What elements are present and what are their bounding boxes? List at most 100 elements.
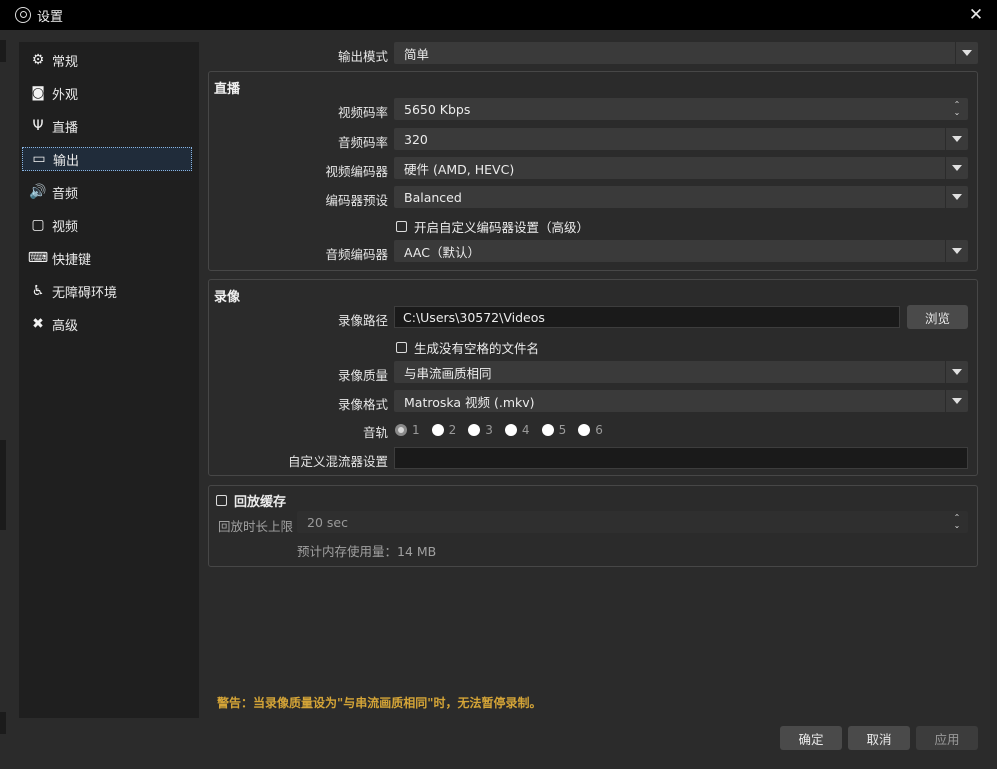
sidebar-item-appearance[interactable]: ◙ 外观: [22, 81, 192, 105]
obs-logo-icon: [15, 7, 31, 23]
spin-arrows-icon[interactable]: ⌃ ⌄: [946, 98, 968, 120]
sidebar-item-output[interactable]: ▭ 输出: [22, 147, 192, 171]
custom-muxer-label: 自定义混流器设置: [287, 454, 388, 469]
custom-encoder-checkbox[interactable]: 开启自定义编码器设置（高级）: [396, 217, 589, 236]
monitor-icon: ▢: [31, 217, 45, 233]
sidebar-item-stream[interactable]: Ψ 直播: [22, 114, 192, 138]
radio-dot[interactable]: [578, 424, 591, 436]
sidebar-item-advanced[interactable]: ✖ 高级: [22, 312, 192, 336]
group-title: 直播: [214, 82, 241, 97]
replay-buffer-checkbox[interactable]: 回放缓存: [216, 491, 286, 510]
radio-dot[interactable]: [431, 424, 444, 436]
no-space-filename-checkbox[interactable]: 生成没有空格的文件名: [396, 338, 539, 357]
memory-usage-text: 预计内存使用量：14 MB: [297, 544, 437, 559]
settings-sidebar: ⚙ 常规 ◙ 外观 Ψ 直播 ▭ 输出 🔊 音频 ▢ 视频 ⌨ 快捷键 ♿ 无障…: [19, 42, 199, 718]
sidebar-item-audio[interactable]: 🔊 音频: [22, 180, 192, 204]
sidebar-item-label: 常规: [52, 54, 79, 70]
sidebar-item-label: 无障碍环境: [52, 285, 118, 301]
audio-bitrate-select[interactable]: 320: [394, 128, 968, 150]
video-encoder-select[interactable]: 硬件 (AMD, HEVC): [394, 157, 968, 179]
radio-dot[interactable]: [468, 424, 481, 436]
sidebar-item-hotkeys[interactable]: ⌨ 快捷键: [22, 246, 192, 270]
audio-encoder-label: 音频编码器: [325, 247, 388, 262]
replay-max-time-label: 回放时长上限: [218, 519, 294, 534]
sidebar-item-label: 输出: [53, 153, 80, 169]
track-radio-5[interactable]: 5: [541, 423, 567, 437]
audio-encoder-select[interactable]: AAC（默认）: [394, 240, 968, 262]
audio-bitrate-label: 音频码率: [337, 135, 388, 150]
replay-max-time-spinbox[interactable]: 20 sec ⌃ ⌄: [297, 511, 968, 533]
checkbox-box[interactable]: [216, 495, 227, 506]
sidebar-item-label: 快捷键: [52, 252, 92, 268]
title-bar: 设置 ✕: [0, 0, 997, 30]
tools-icon: ✖: [32, 316, 44, 332]
video-bitrate-value: 5650 Kbps: [404, 101, 471, 117]
checkbox-box[interactable]: [396, 221, 407, 232]
checkbox-box[interactable]: [396, 342, 407, 353]
sidebar-item-general[interactable]: ⚙ 常规: [22, 48, 192, 72]
sidebar-item-label: 直播: [52, 120, 79, 136]
track-radio-4[interactable]: 4: [504, 423, 530, 437]
video-encoder-label: 视频编码器: [325, 164, 388, 179]
radio-dot[interactable]: [395, 424, 407, 436]
encoder-preset-value: Balanced: [404, 189, 462, 205]
chevron-down-icon: [945, 128, 968, 150]
video-bitrate-spinbox[interactable]: 5650 Kbps ⌃ ⌄: [394, 98, 968, 120]
recording-format-label: 录像格式: [337, 397, 388, 412]
radio-label: 5: [558, 423, 567, 437]
sidebar-item-accessibility[interactable]: ♿ 无障碍环境: [22, 279, 192, 303]
output-mode-value: 简单: [404, 46, 430, 62]
track-radio-2[interactable]: 2: [431, 423, 457, 437]
radio-label: 3: [485, 423, 493, 437]
output-mode-select[interactable]: 简单: [394, 42, 978, 64]
window-title: 设置: [37, 9, 64, 25]
recording-path-label: 录像路径: [337, 313, 388, 328]
speaker-icon: 🔊: [29, 184, 47, 200]
sidebar-item-label: 视频: [52, 219, 79, 235]
warning-text: 警告：当录像质量设为"与串流画质相同"时，无法暂停录制。: [217, 696, 542, 710]
antenna-icon: Ψ: [32, 118, 44, 134]
chevron-down-icon: [945, 361, 968, 383]
streaming-group: 直播 视频码率 5650 Kbps ⌃ ⌄ 音频码率 320 视频编码器 硬件 (…: [208, 71, 978, 271]
ok-button[interactable]: 确定: [780, 726, 842, 750]
background-window-edge: [0, 712, 6, 734]
radio-dot[interactable]: [504, 424, 517, 436]
audio-tracks-group: 1 2 3 4 5 6: [395, 419, 615, 441]
close-icon[interactable]: ✕: [965, 4, 987, 26]
background-window-edge: [0, 40, 6, 62]
radio-dot[interactable]: [541, 424, 554, 436]
audio-encoder-value: AAC（默认）: [404, 244, 480, 260]
sidebar-item-label: 高级: [52, 318, 79, 334]
background-window-edge: [0, 440, 6, 530]
chevron-down-icon: [955, 42, 978, 64]
spin-arrows-icon[interactable]: ⌃ ⌄: [946, 511, 968, 533]
sidebar-item-video[interactable]: ▢ 视频: [22, 213, 192, 237]
radio-label: 2: [448, 423, 457, 437]
radio-label: 1: [412, 423, 420, 437]
browse-button[interactable]: 浏览: [907, 305, 968, 329]
chevron-down-icon: [945, 186, 968, 208]
keyboard-icon: ⌨: [27, 250, 49, 266]
encoder-preset-label: 编码器预设: [325, 193, 388, 208]
cancel-button[interactable]: 取消: [848, 726, 910, 750]
recording-path-input[interactable]: C:\Users\30572\Videos: [394, 306, 900, 328]
apply-button[interactable]: 应用: [916, 726, 978, 750]
video-encoder-value: 硬件 (AMD, HEVC): [404, 161, 515, 177]
track-radio-3[interactable]: 3: [468, 423, 493, 437]
custom-muxer-input[interactable]: [394, 447, 968, 469]
encoder-preset-select[interactable]: Balanced: [394, 186, 968, 208]
recording-quality-select[interactable]: 与串流画质相同: [394, 361, 968, 383]
recording-format-select[interactable]: Matroska 视频 (.mkv): [394, 390, 968, 412]
track-radio-1[interactable]: 1: [395, 423, 420, 437]
checkbox-label: 开启自定义编码器设置（高级）: [414, 220, 590, 235]
output-mode-label: 输出模式: [337, 49, 388, 64]
recording-quality-label: 录像质量: [337, 368, 388, 383]
group-title: 回放缓存: [234, 495, 287, 510]
sidebar-item-label: 音频: [52, 186, 79, 202]
chevron-down-icon: [945, 240, 968, 262]
accessibility-icon: ♿: [31, 283, 45, 299]
appearance-icon: ◙: [31, 85, 45, 101]
checkbox-label: 生成没有空格的文件名: [414, 341, 540, 356]
track-radio-6[interactable]: 6: [578, 423, 603, 437]
chevron-down-icon: [945, 390, 968, 412]
